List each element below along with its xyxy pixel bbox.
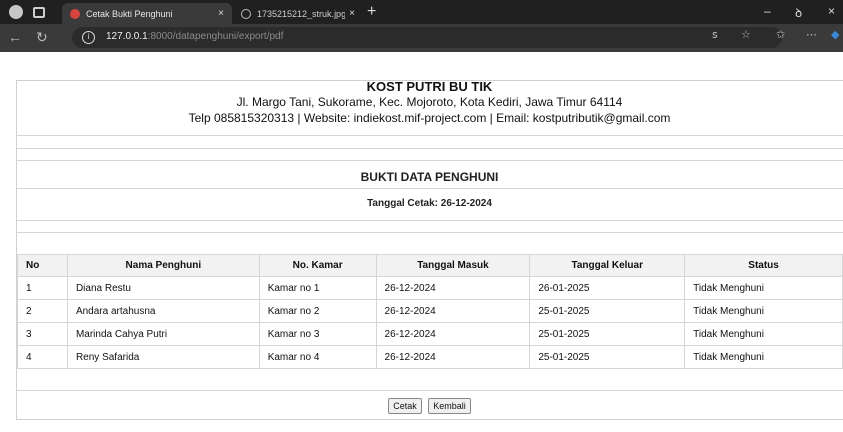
- cell-name: Andara artahusna: [66, 299, 260, 323]
- cell-checkin: 26-12-2024: [375, 322, 531, 346]
- site-info-icon[interactable]: i: [82, 31, 95, 44]
- divider: [16, 390, 843, 391]
- report-title: BUKTI DATA PENGHUNI: [360, 170, 499, 184]
- cell-status: Tidak Menghuni: [684, 276, 843, 300]
- cell-name: Marinda Cahya Putri: [66, 322, 260, 346]
- divider: [16, 135, 843, 136]
- cell-checkout: 25-01-2025: [529, 345, 686, 369]
- table-row: 1 Diana Restu Kamar no 1 26-12-2024 26-0…: [17, 276, 843, 300]
- divider: [16, 160, 843, 161]
- cell-status: Tidak Menghuni: [684, 345, 843, 369]
- divider: [16, 188, 843, 189]
- kost-address: Jl. Margo Tani, Sukorame, Kec. Mojoroto,…: [236, 95, 623, 109]
- url-host: 127.0.0.1: [106, 31, 148, 42]
- column-header-no: No: [17, 254, 68, 277]
- penghuni-table: No Nama Penghuni No. Kamar Tanggal Masuk…: [17, 254, 843, 369]
- tab-cetak-bukti-penghuni[interactable]: Cetak Bukti Penghuni ×: [62, 3, 232, 24]
- cell-checkout: 26-01-2025: [529, 276, 686, 300]
- cell-name: Reny Safarida: [66, 345, 260, 369]
- browser-titlebar: Cetak Bukti Penghuni × 1735215212_struk.…: [0, 0, 843, 24]
- divider: [16, 220, 843, 221]
- print-button[interactable]: Cetak: [388, 398, 422, 414]
- globe-icon: [241, 8, 251, 19]
- tab-label: 1735215212_struk.jpg (2448×326: [257, 8, 345, 19]
- minimize-button[interactable]: –: [764, 4, 771, 18]
- refresh-icon[interactable]: ↻: [36, 29, 48, 46]
- cell-room: Kamar no 4: [258, 345, 377, 369]
- read-aloud-icon[interactable]: ꜱ: [712, 28, 718, 41]
- more-menu-icon[interactable]: ⋯: [806, 28, 817, 41]
- table-row: 2 Andara artahusna Kamar no 2 26-12-2024…: [17, 299, 843, 323]
- cell-room: Kamar no 2: [258, 299, 377, 323]
- url-path: :8000/datapenghuni/export/pdf: [147, 31, 284, 42]
- cell-checkout: 25-01-2025: [529, 299, 686, 323]
- new-tab-button[interactable]: +: [367, 3, 376, 21]
- cell-checkin: 26-12-2024: [375, 299, 531, 323]
- table-row: 3 Marinda Cahya Putri Kamar no 3 26-12-2…: [17, 322, 843, 346]
- report-frame: [16, 80, 843, 420]
- print-date: Tanggal Cetak: 26-12-2024: [367, 198, 492, 209]
- column-header-room: No. Kamar: [258, 254, 377, 277]
- column-header-checkin: Tanggal Masuk: [375, 254, 531, 277]
- cell-checkin: 26-12-2024: [375, 276, 531, 300]
- url-text: 127.0.0.1:8000/datapenghuni/export/pdf: [106, 31, 283, 42]
- kost-name: KOST PUTRI BU TIK: [366, 79, 493, 94]
- tab-close-icon[interactable]: ×: [214, 8, 228, 19]
- tab-close-icon[interactable]: ×: [345, 8, 359, 19]
- back-arrow-icon[interactable]: ←: [8, 29, 22, 45]
- maximize-button[interactable]: ꝺ: [795, 4, 802, 21]
- favorite-star-icon[interactable]: ☆: [741, 28, 751, 41]
- cell-no: 1: [17, 276, 68, 300]
- favorites-icon[interactable]: ✩: [776, 28, 785, 41]
- cell-room: Kamar no 1: [258, 276, 377, 300]
- url-field[interactable]: i 127.0.0.1:8000/datapenghuni/export/pdf: [72, 27, 782, 48]
- page-favicon-icon: [70, 8, 80, 19]
- profile-icon[interactable]: [9, 5, 23, 19]
- cell-status: Tidak Menghuni: [684, 299, 843, 323]
- cell-no: 3: [17, 322, 68, 346]
- cell-checkin: 26-12-2024: [375, 345, 531, 369]
- action-buttons: Cetak Kembali: [16, 396, 843, 414]
- divider: [16, 232, 843, 233]
- tab-label: Cetak Bukti Penghuni: [86, 8, 173, 19]
- column-header-checkout: Tanggal Keluar: [529, 254, 686, 277]
- copilot-icon[interactable]: ◆: [831, 28, 839, 41]
- table-row: 4 Reny Safarida Kamar no 4 26-12-2024 25…: [17, 345, 843, 369]
- cell-no: 2: [17, 299, 68, 323]
- close-window-button[interactable]: ×: [828, 4, 835, 18]
- back-button[interactable]: Kembali: [428, 398, 471, 414]
- cell-checkout: 25-01-2025: [529, 322, 686, 346]
- tab-struk-image[interactable]: 1735215212_struk.jpg (2448×326 ×: [233, 3, 363, 24]
- kost-contact: Telp 085815320313 | Website: indiekost.m…: [188, 111, 671, 125]
- cell-name: Diana Restu: [66, 276, 260, 300]
- column-header-name: Nama Penghuni: [66, 254, 260, 277]
- cell-no: 4: [17, 345, 68, 369]
- tab-actions-icon[interactable]: [33, 7, 45, 18]
- cell-status: Tidak Menghuni: [684, 322, 843, 346]
- cell-room: Kamar no 3: [258, 322, 377, 346]
- divider: [16, 148, 843, 149]
- column-header-status: Status: [684, 254, 843, 277]
- table-header-row: No Nama Penghuni No. Kamar Tanggal Masuk…: [17, 254, 843, 277]
